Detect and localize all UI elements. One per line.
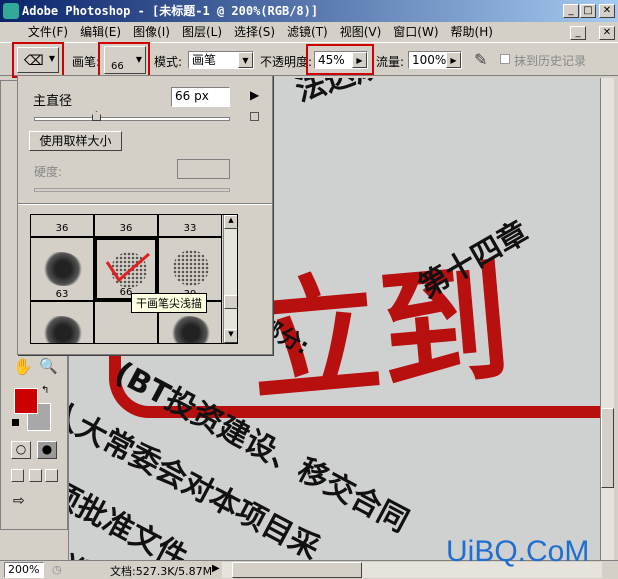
menu-image[interactable]: 图像(I) xyxy=(133,22,170,42)
brush-tooltip: 干画笔尖浅描 xyxy=(131,293,207,313)
doc-minimize-button[interactable]: _ xyxy=(570,26,586,40)
chevron-down-icon: ▼ xyxy=(48,54,55,63)
brush-size-label: 36 xyxy=(119,223,133,234)
use-sample-size-button[interactable]: 使用取样大小 xyxy=(29,131,122,151)
screen-mode-full[interactable] xyxy=(45,469,58,482)
menu-layer[interactable]: 图层(L) xyxy=(182,22,222,42)
brush-size: 66 xyxy=(111,61,124,72)
master-diameter-field[interactable]: 66 px xyxy=(171,87,230,107)
opacity-field[interactable]: 45% ▶ xyxy=(314,51,368,69)
swap-colors-icon[interactable]: ↰ xyxy=(41,385,49,396)
eraser-icon: ⌫ xyxy=(24,53,44,69)
flow-label: 流量: xyxy=(376,55,405,69)
brush-preset-popup: 主直径 66 px ▶ 使用取样大小 硬度: 36 36 33 63 66 39… xyxy=(17,75,273,355)
foreground-color-swatch[interactable] xyxy=(14,388,38,414)
hand-tool-icon[interactable]: ✋ xyxy=(13,357,33,376)
brush-picker[interactable]: 66 ▼ xyxy=(104,46,146,74)
hardness-field xyxy=(177,159,230,179)
canvas-text-line: 法达成一致意见，由 xyxy=(289,78,559,110)
scroll-thumb[interactable] xyxy=(224,295,237,309)
minimize-button[interactable]: _ xyxy=(563,4,579,18)
brush-preset[interactable]: 36 xyxy=(94,215,158,237)
popup-menu-arrow-icon[interactable]: ▶ xyxy=(250,88,259,102)
erase-history-checkbox[interactable] xyxy=(500,54,510,64)
doc-close-button[interactable]: ✕ xyxy=(599,26,615,40)
jump-to-imageready-icon[interactable]: ⇨ xyxy=(13,493,25,509)
brush-list: 36 36 33 63 66 39 ▲ ▼ xyxy=(30,214,238,344)
scroll-down-button[interactable]: ▼ xyxy=(224,329,237,343)
diameter-slider[interactable] xyxy=(34,117,230,121)
flow-field[interactable]: 100% ▶ xyxy=(408,51,462,69)
master-diameter-value: 66 px xyxy=(175,89,209,103)
hardness-label: 硬度: xyxy=(34,165,63,179)
screen-mode-standard[interactable] xyxy=(11,469,24,482)
brush-preset[interactable]: 39 xyxy=(158,237,222,301)
mode-label: 模式: xyxy=(154,55,183,69)
brush-tip-preview xyxy=(173,250,209,286)
erase-history-label: 抹到历史记录 xyxy=(514,54,587,68)
zoom-tool-icon[interactable]: 🔍 xyxy=(39,357,58,375)
zoom-value: 200% xyxy=(8,563,40,576)
brush-tip-preview xyxy=(43,316,83,343)
menu-filter[interactable]: 滤镜(T) xyxy=(287,22,328,42)
airbrush-icon[interactable]: ✎ xyxy=(474,50,487,69)
brush-size-label: 33 xyxy=(183,223,197,234)
menu-select[interactable]: 选择(S) xyxy=(234,22,275,42)
brush-label: 画笔: xyxy=(72,55,101,69)
menu-file[interactable]: 文件(F) xyxy=(28,22,68,42)
diameter-slider-thumb[interactable] xyxy=(92,111,101,121)
menu-edit[interactable]: 编辑(E) xyxy=(80,22,121,42)
default-colors-icon[interactable] xyxy=(12,419,19,426)
doc-info: 文档:527.3K/5.87M xyxy=(110,565,213,578)
menu-window[interactable]: 窗口(W) xyxy=(393,22,438,42)
flow-value: 100% xyxy=(412,53,447,67)
standard-mode-button[interactable]: ○ xyxy=(11,441,31,459)
brush-tip-preview xyxy=(171,316,211,343)
chevron-down-icon: ▼ xyxy=(135,55,142,64)
quick-mask-button[interactable]: ● xyxy=(37,441,57,459)
brush-list-scrollbar[interactable]: ▲ ▼ xyxy=(223,215,237,343)
app-icon xyxy=(3,3,19,19)
mode-value: 画笔 xyxy=(192,53,217,67)
checkmark-annotation-icon xyxy=(105,252,150,283)
status-menu-arrow-icon[interactable]: ▶ xyxy=(212,563,220,574)
hardness-slider xyxy=(34,188,230,192)
options-bar: ⌫ ▼ 画笔: 66 ▼ 模式: 画笔 ▼ 不透明度: 45% ▶ 流量: 100% ▶ … xyxy=(0,42,618,78)
resize-icon[interactable] xyxy=(250,112,259,121)
brush-size-label: 36 xyxy=(55,223,69,234)
title-bar: Adobe Photoshop - [未标题-1 @ 200%(RGB/8)] xyxy=(0,0,618,22)
status-icon: ◷ xyxy=(52,563,62,576)
opacity-label: 不透明度: xyxy=(260,55,313,69)
brush-preset[interactable] xyxy=(31,301,94,343)
brush-tip-preview xyxy=(43,252,83,286)
play-icon[interactable]: ▶ xyxy=(352,52,367,68)
menu-bar: 文件(F) 编辑(E) 图像(I) 图层(L) 选择(S) 滤镜(T) 视图(V) 窗口(W)… xyxy=(0,22,618,42)
menu-view[interactable]: 视图(V) xyxy=(340,22,382,42)
scroll-thumb[interactable] xyxy=(601,408,614,488)
mode-select[interactable]: 画笔 ▼ xyxy=(188,51,254,69)
divider xyxy=(18,203,272,205)
brush-size-label: 63 xyxy=(55,289,69,300)
screen-mode-menu[interactable] xyxy=(29,469,42,482)
menu-help[interactable]: 帮助(H) xyxy=(451,22,493,42)
maximize-button[interactable]: □ xyxy=(580,4,596,18)
tool-preset-picker[interactable]: ⌫ ▼ xyxy=(17,47,59,73)
window-title: Adobe Photoshop - [未标题-1 @ 200%(RGB/8)] xyxy=(22,4,319,18)
brush-preset[interactable]: 63 xyxy=(31,237,94,301)
master-diameter-label: 主直径 xyxy=(33,94,73,109)
scroll-thumb[interactable] xyxy=(232,562,362,578)
brush-preset[interactable]: 33 xyxy=(158,215,222,237)
use-sample-size-label: 使用取样大小 xyxy=(39,134,112,148)
zoom-field[interactable]: 200% xyxy=(4,562,44,578)
brush-preset-selected[interactable]: 66 xyxy=(94,237,158,301)
play-icon[interactable]: ▶ xyxy=(446,52,461,68)
watermark-logo: UiBQ.CoM xyxy=(446,535,590,568)
scroll-up-button[interactable]: ▲ xyxy=(224,215,237,229)
close-button[interactable]: ✕ xyxy=(599,4,615,18)
brush-preset[interactable]: 36 xyxy=(31,215,94,237)
opacity-value: 45% xyxy=(318,53,345,67)
chevron-down-icon: ▼ xyxy=(238,52,253,68)
vertical-scrollbar[interactable] xyxy=(600,78,614,560)
